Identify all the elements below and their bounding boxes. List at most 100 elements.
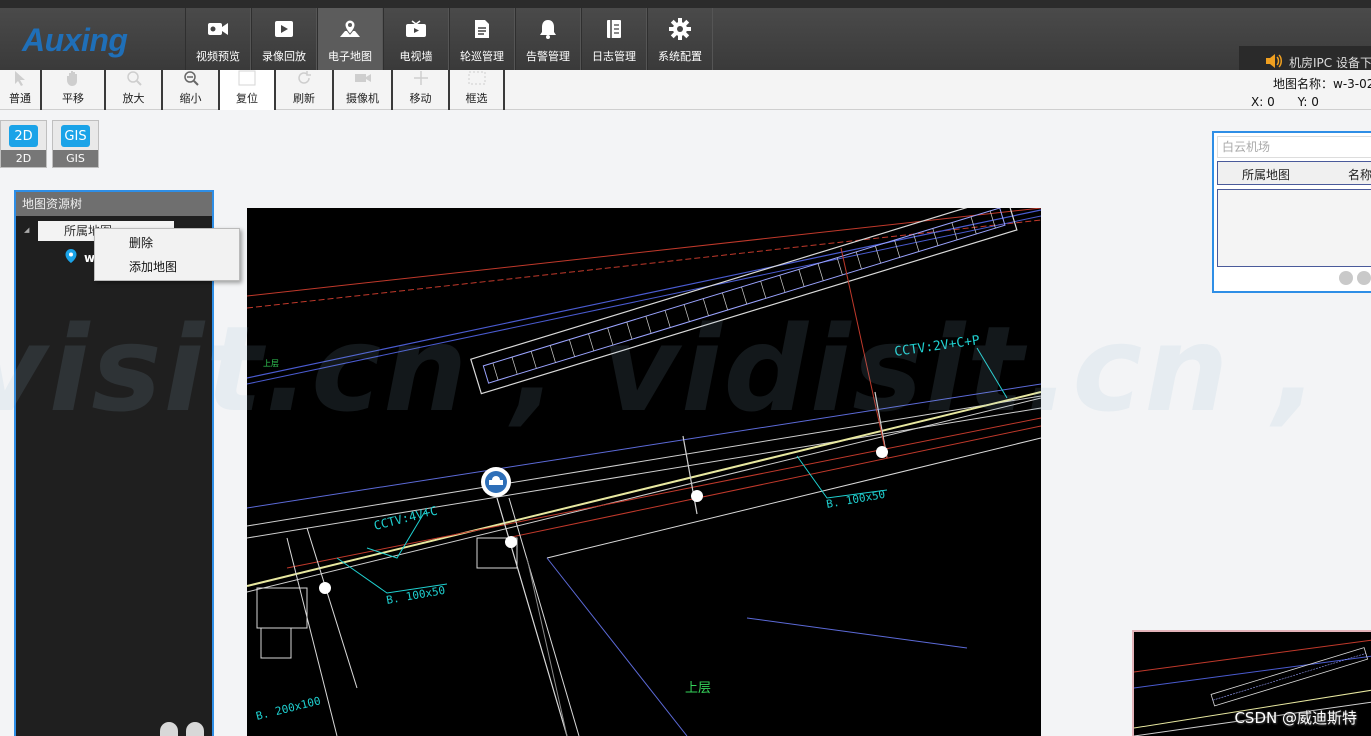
nav-video-preview[interactable]: 视频预览 <box>185 8 251 70</box>
document-icon <box>471 18 493 40</box>
play-icon <box>273 18 295 40</box>
search-pager <box>1339 271 1371 285</box>
column-map: 所属地图 <box>1242 168 1291 182</box>
map-toolbar: 普通 平移 放大 缩小 复位 刷新 摄像机 移动 框选 <box>0 70 1371 110</box>
header-status-text: 机房IPC 设备下 <box>1289 55 1371 70</box>
mode-gis-label: GIS <box>53 150 98 167</box>
context-menu: 删除 添加地图 <box>94 228 240 281</box>
speaker-icon[interactable] <box>1265 53 1283 71</box>
main-nav: 视频预览 录像回放 电子地图 电视墙 轮巡管理 告警管理 日志管理 系统配置 <box>185 8 713 70</box>
map-label-bracket-1: B. 100x50 <box>825 488 886 511</box>
map-label-bracket-3: B. 200x100 <box>255 694 322 723</box>
page-up-icon[interactable] <box>1339 271 1353 285</box>
box-select-icon <box>468 70 486 86</box>
tool-label: 刷新 <box>293 92 315 105</box>
nav-label: 轮巡管理 <box>460 50 504 63</box>
y-coordinate: Y: 0 <box>1297 95 1319 109</box>
nav-label: 系统配置 <box>658 50 702 63</box>
nav-label: 告警管理 <box>526 50 570 63</box>
video-camera-icon <box>207 18 229 40</box>
camera-marker[interactable] <box>319 582 331 594</box>
2d-icon: 2D <box>9 125 38 147</box>
tool-box-select[interactable]: 框选 <box>450 70 505 110</box>
search-panel: 白云机场 所属地图 名称 <box>1212 131 1371 293</box>
tree-body: ◢ 所属地图 w-3-02 <box>16 216 212 736</box>
refresh-icon <box>295 70 313 86</box>
map-label-upper-small: 上层 <box>263 359 279 368</box>
app-logo: Auxing <box>22 22 128 58</box>
tool-camera[interactable]: 摄像机 <box>334 70 393 110</box>
move-icon <box>412 70 430 86</box>
map-name-label: 地图名称：w-3-02 <box>1273 77 1371 91</box>
map-pin-icon <box>339 18 361 40</box>
gis-icon: GIS <box>61 125 90 147</box>
cad-floorplan: CCTV:2V+C+P CCTV:4V+C B. 100x50 B. 100x5… <box>247 208 1041 736</box>
zoom-out-icon <box>182 70 200 86</box>
zoom-in-icon <box>125 70 143 86</box>
search-result-header: 所属地图 名称 <box>1217 161 1371 185</box>
tool-label: 放大 <box>122 92 145 105</box>
dome-camera-icon[interactable] <box>481 467 511 497</box>
tv-icon <box>405 18 427 40</box>
nav-emap[interactable]: 电子地图 <box>317 8 383 70</box>
platform-structure <box>470 208 1018 395</box>
tool-refresh[interactable]: 刷新 <box>276 70 334 110</box>
tool-zoom-in[interactable]: 放大 <box>106 70 163 110</box>
tree-scroll-down-icon[interactable] <box>186 722 204 736</box>
camera-icon <box>354 70 372 86</box>
tool-label: 平移 <box>62 92 84 105</box>
location-pin-icon <box>64 248 78 267</box>
map-label-cctv-2: CCTV:4V+C <box>372 504 438 533</box>
map-overview[interactable]: CSDN @威迪斯特 <box>1132 630 1371 736</box>
collapse-toggle-icon[interactable]: ◢ <box>24 226 32 234</box>
nav-tv-wall[interactable]: 电视墙 <box>383 8 449 70</box>
map-label-bracket-2: B. 100x50 <box>385 584 446 607</box>
bell-icon <box>537 18 559 40</box>
nav-playback[interactable]: 录像回放 <box>251 8 317 70</box>
tool-label: 摄像机 <box>346 92 379 105</box>
tool-pan[interactable]: 平移 <box>42 70 106 110</box>
menu-item-delete[interactable]: 删除 <box>129 234 153 251</box>
camera-marker[interactable] <box>505 536 517 548</box>
tool-zoom-out[interactable]: 缩小 <box>163 70 220 110</box>
nav-system-config[interactable]: 系统配置 <box>647 8 713 70</box>
camera-marker[interactable] <box>876 446 888 458</box>
tree-bottom-controls <box>160 722 204 736</box>
tool-label: 普通 <box>9 92 31 105</box>
map-label-upper: 上层 <box>685 681 711 696</box>
tool-normal[interactable]: 普通 <box>0 70 42 110</box>
nav-label: 日志管理 <box>592 50 636 63</box>
window-title-strip <box>0 0 1371 8</box>
tool-label: 复位 <box>236 92 258 105</box>
search-results-list <box>1217 189 1371 267</box>
tool-label: 缩小 <box>179 92 202 105</box>
mode-2d-button[interactable]: 2D 2D <box>0 120 47 168</box>
gear-icon <box>669 18 691 40</box>
camera-marker[interactable] <box>691 490 703 502</box>
tool-reset[interactable]: 复位 <box>220 70 276 110</box>
coordinate-readout: X: 0 Y: 0 <box>1251 95 1319 109</box>
menu-item-add-map[interactable]: 添加地图 <box>129 258 177 275</box>
tool-label: 框选 <box>465 92 488 105</box>
tree-scroll-up-icon[interactable] <box>160 722 178 736</box>
nav-log[interactable]: 日志管理 <box>581 8 647 70</box>
tool-label: 移动 <box>409 92 432 105</box>
mode-gis-button[interactable]: GIS GIS <box>52 120 99 168</box>
cursor-icon <box>11 70 29 86</box>
nav-label: 电子地图 <box>328 50 372 63</box>
nav-patrol[interactable]: 轮巡管理 <box>449 8 515 70</box>
map-info: 地图名称：w-3-02 X: 0 Y: 0 <box>1251 72 1371 110</box>
tool-move[interactable]: 移动 <box>393 70 450 110</box>
nav-label: 视频预览 <box>196 50 240 63</box>
tree-panel-title: 地图资源树 <box>16 192 212 216</box>
search-input[interactable]: 白云机场 <box>1217 136 1371 158</box>
reset-icon <box>238 70 256 86</box>
column-name: 名称 <box>1348 168 1371 182</box>
csdn-credit: CSDN @威迪斯特 <box>1234 709 1357 727</box>
hand-icon <box>64 70 82 86</box>
page-down-icon[interactable] <box>1357 271 1371 285</box>
x-coordinate: X: 0 <box>1251 95 1275 109</box>
nav-label: 电视墙 <box>399 50 433 63</box>
map-canvas[interactable]: CCTV:2V+C+P CCTV:4V+C B. 100x50 B. 100x5… <box>247 208 1041 736</box>
nav-alarm[interactable]: 告警管理 <box>515 8 581 70</box>
